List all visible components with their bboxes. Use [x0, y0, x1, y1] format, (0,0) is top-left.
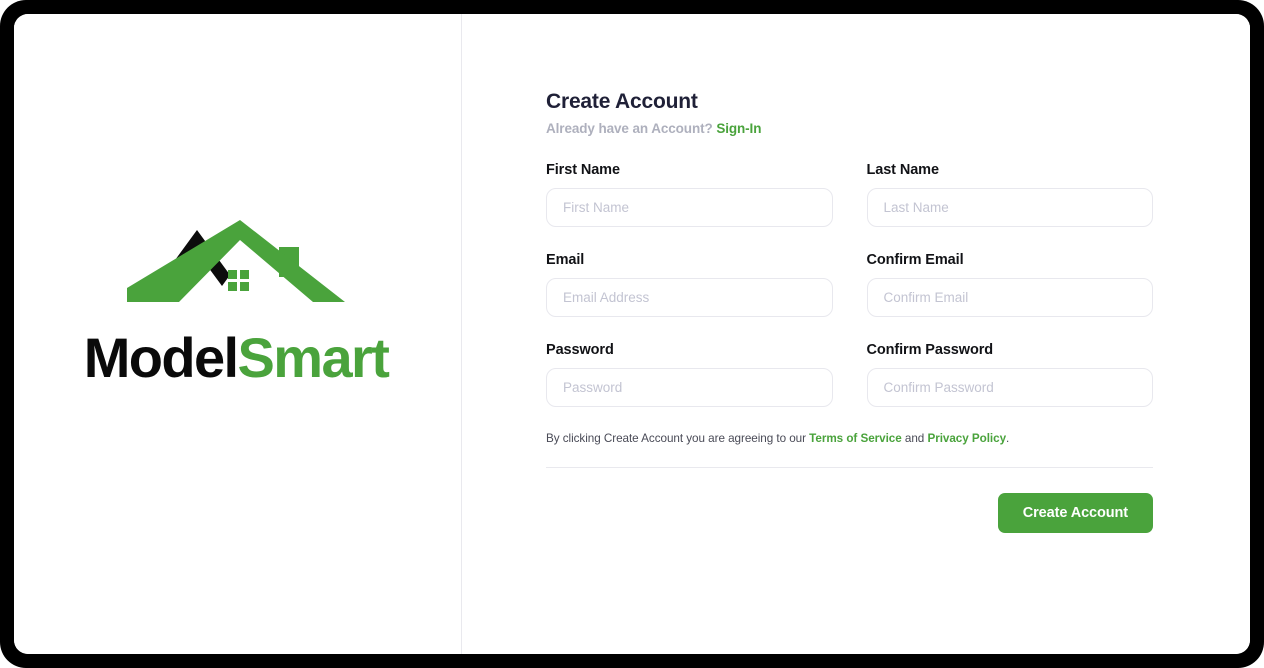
app-window: ModelSmart Create Account Already have a… [0, 0, 1264, 668]
brand-wordmark: ModelSmart [74, 330, 398, 386]
password-label: Password [546, 342, 614, 358]
page-title: Create Account [546, 90, 698, 113]
brand-panel: ModelSmart [14, 14, 462, 654]
terms-of-service-link[interactable]: Terms of Service [809, 432, 902, 445]
sign-in-link[interactable]: Sign-In [716, 121, 761, 136]
confirm-email-input[interactable] [866, 278, 1153, 317]
signup-form: Create Account Already have an Account? … [546, 90, 1153, 533]
first-name-input[interactable] [546, 188, 833, 227]
email-label: Email [546, 252, 585, 268]
form-actions: Create Account [546, 493, 1153, 533]
name-field-row: First Name Last Name [546, 162, 1153, 227]
confirm-password-field: Confirm Password [866, 342, 1153, 407]
first-name-field: First Name [546, 162, 833, 227]
last-name-field: Last Name [866, 162, 1153, 227]
confirm-password-label: Confirm Password [866, 342, 994, 358]
brand-logo: ModelSmart [74, 220, 398, 386]
confirm-email-label: Confirm Email [866, 252, 964, 268]
last-name-input[interactable] [866, 188, 1153, 227]
password-input[interactable] [546, 368, 833, 407]
first-name-label: First Name [546, 162, 620, 178]
create-account-button[interactable]: Create Account [997, 493, 1153, 533]
confirm-password-input[interactable] [866, 368, 1153, 407]
brand-wordmark-green: Smart [237, 326, 390, 389]
confirm-email-field: Confirm Email [866, 252, 1153, 317]
signup-form-panel: Create Account Already have an Account? … [462, 14, 1250, 654]
last-name-label: Last Name [866, 162, 940, 178]
terms-prefix: By clicking Create Account you are agree… [546, 432, 810, 445]
house-roof-logo-icon [127, 220, 345, 302]
privacy-policy-link[interactable]: Privacy Policy [927, 432, 1006, 445]
password-field: Password [546, 342, 833, 407]
window-content: ModelSmart Create Account Already have a… [14, 14, 1250, 654]
email-field: Email [546, 252, 833, 317]
email-input[interactable] [546, 278, 833, 317]
password-field-row: Password Confirm Password [546, 342, 1153, 407]
brand-wordmark-dark: Model [83, 326, 239, 389]
email-field-row: Email Confirm Email [546, 252, 1153, 317]
terms-conjunction: and [901, 432, 928, 445]
signin-prompt: Already have an Account? Sign-In [546, 121, 1153, 136]
form-divider [546, 467, 1153, 468]
signin-prompt-text: Already have an Account? [546, 121, 713, 136]
terms-suffix: . [1006, 432, 1010, 445]
terms-agreement-text: By clicking Create Account you are agree… [546, 432, 1153, 445]
